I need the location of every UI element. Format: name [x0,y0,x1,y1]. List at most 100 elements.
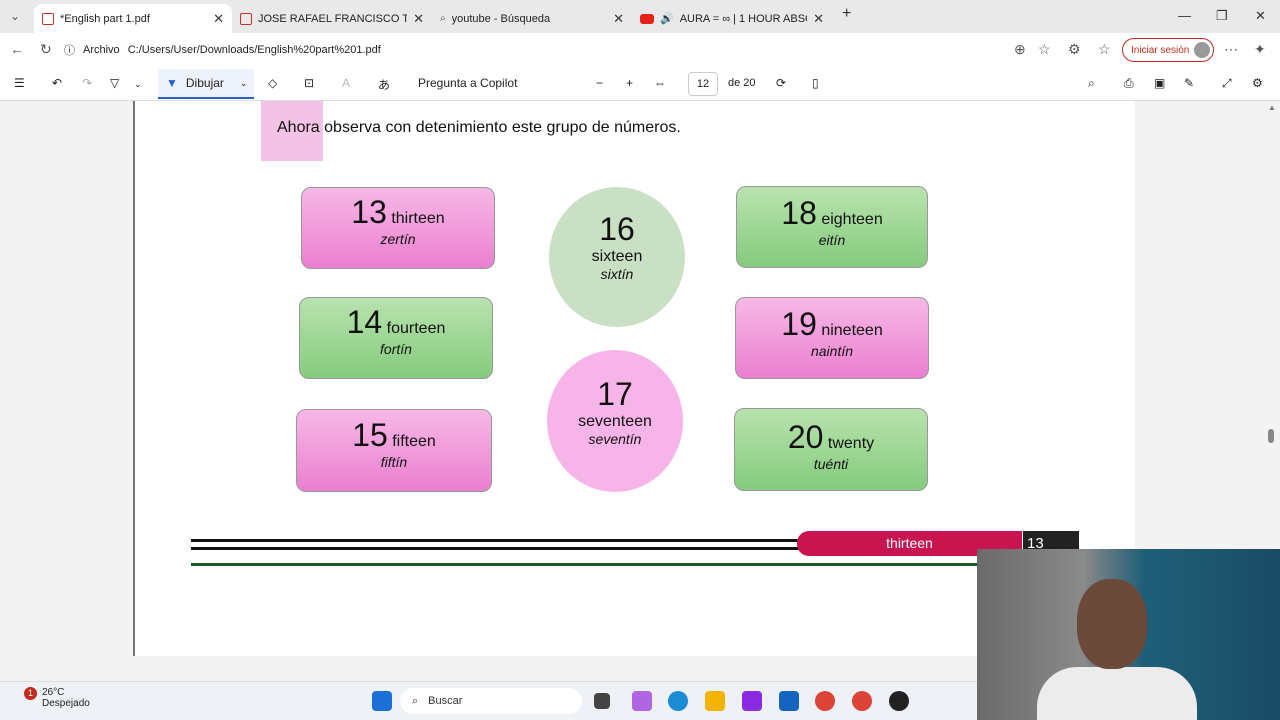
search-label: Buscar [428,695,463,707]
tab-english-pdf[interactable]: *English part 1.pdf ✕ [34,4,232,33]
number-value: 18 [781,195,817,231]
contents-icon[interactable]: ☰ [14,76,25,90]
pdf-toolbar: ☰ ↶ ↷ ▽ ⌄ ▼ Dibujar ⌄ ◇ ⊡ A あ Pregunta a… [0,67,1280,101]
speaker-icon[interactable]: 🔊 [660,12,674,25]
file-explorer-icon[interactable] [705,691,725,711]
draw-button[interactable]: ▼ Dibujar ⌄ [158,69,254,99]
save-icon[interactable]: ▣ [1154,76,1165,90]
mail-icon[interactable] [779,691,799,711]
number-pronunciation: zertín [380,231,416,247]
close-icon[interactable]: ✕ [413,11,424,27]
settings-gear-icon[interactable]: ⚙ [1252,76,1263,90]
back-icon[interactable]: ← [10,41,24,57]
number-word: thirteen [391,210,445,227]
undo-icon[interactable]: ↶ [52,76,62,90]
zoom-in-icon[interactable]: + [626,76,633,90]
new-tab-icon[interactable]: + [842,5,851,23]
number-card-18: 18 eighteen eitín [736,186,928,268]
tab-label: *English part 1.pdf [60,12,150,25]
tab-list-icon[interactable]: ⌄ [10,9,20,23]
number-word: twenty [827,435,875,452]
redo-icon[interactable]: ↷ [82,76,92,90]
ask-copilot-button[interactable]: Pregunta a Copilot [418,76,517,90]
close-icon[interactable]: ✕ [213,11,224,27]
number-word: eighteen [821,211,883,228]
number-word: fourteen [386,320,446,337]
chevron-down-icon[interactable]: ⌄ [134,79,142,90]
copilot-app-icon[interactable] [632,691,652,711]
number-pronunciation: eitín [818,232,846,248]
number-card-13: 13 thirteen zertín [301,187,495,269]
draw-label: Dibujar [185,76,224,90]
instruction-text: Ahora observa con detenimiento este grup… [277,119,681,136]
rotate-icon[interactable]: ⟳ [776,76,786,90]
weather-temp: 26°C [42,687,65,698]
info-icon: ⓘ [64,45,75,57]
pdf-icon [240,12,252,25]
fit-width-icon[interactable]: ⇔ [654,76,666,90]
tab-label: youtube - Búsqueda [451,12,551,25]
tab-aura[interactable]: 🔊 AURA = ∞ | 1 HOUR ABSOLU ✕ [632,4,832,33]
sign-in-button[interactable]: Iniciar sesión [1122,38,1214,62]
copilot-icon[interactable]: ✦ [1254,41,1266,58]
task-view-icon[interactable] [594,693,610,709]
text-box-icon[interactable]: ⊡ [304,76,314,90]
number-pronunciation: fiftín [380,454,408,470]
address-prefix: Archivo [83,44,120,56]
pdf-icon [42,12,54,25]
eraser-icon[interactable]: ◇ [268,76,277,90]
windows-start-icon[interactable] [372,691,392,711]
zoom-icon[interactable]: ⊕ [1014,41,1026,58]
number-pronunciation: naintín [810,343,854,359]
number-word: nineteen [821,322,883,339]
address-field[interactable]: ⓘ Archivo C:/Users/User/Downloads/Englis… [64,38,1064,62]
read-aloud-icon[interactable]: あ [378,76,390,93]
sign-in-label: Iniciar sesión [1131,44,1190,56]
app-icon[interactable] [889,691,909,711]
print-icon[interactable]: ⎙ [1124,76,1134,91]
number-word: sixteen [591,248,643,265]
more-icon[interactable]: ⋯ [1224,41,1238,58]
chrome-profile-icon[interactable] [852,691,872,711]
edge-icon[interactable] [668,691,688,711]
tab-label: JOSE RAFAEL FRANCISCO TORIBIO [258,12,408,25]
favorites-icon[interactable]: ☆ [1098,41,1111,58]
chevron-down-icon: ⌄ [239,77,248,88]
number-pronunciation: tuénti [813,456,849,472]
number-circle-17: 17 seventeen seventín [547,350,683,492]
text-format-icon: A [342,76,351,90]
close-icon[interactable]: ✕ [613,11,624,27]
page-view-icon[interactable]: ▯ [812,76,819,90]
zoom-out-icon[interactable]: − [596,76,603,90]
page-number-input[interactable]: 12 [688,72,718,96]
highlight-icon[interactable]: ▽ [110,76,119,90]
close-icon[interactable]: ✕ [813,11,824,27]
scroll-thumb[interactable] [1268,429,1274,443]
number-value: 14 [346,304,383,340]
tab-bar: ⌄ *English part 1.pdf ✕ JOSE RAFAEL FRAN… [0,0,1280,33]
weather-widget[interactable]: 1 26°C Despejado [24,687,90,709]
tab-youtube-search[interactable]: ⌕ youtube - Búsqueda ✕ [432,4,632,33]
save-as-icon[interactable]: ✎ [1184,76,1194,90]
search-icon[interactable]: ⌕ [1088,76,1095,91]
store-icon[interactable] [742,691,762,711]
number-value: 20 [787,419,824,455]
chrome-icon[interactable] [815,691,835,711]
restore-icon[interactable]: ❐ [1216,8,1228,24]
number-value: 17 [597,376,633,412]
number-value: 15 [352,417,388,453]
extensions-icon[interactable]: ⚙ [1068,41,1081,58]
fullscreen-icon[interactable]: ⤢ [1222,76,1232,91]
favorite-star-icon[interactable]: ☆ [1038,41,1051,58]
number-value: 19 [781,306,817,342]
taskbar-search[interactable]: ⌕ Buscar [400,688,582,714]
reload-icon[interactable]: ↻ [40,41,52,58]
number-word: fifteen [392,433,436,450]
number-card-20: 20 twenty tuénti [734,408,928,491]
close-window-icon[interactable]: ✕ [1255,8,1266,24]
tab-jose[interactable]: JOSE RAFAEL FRANCISCO TORIBIO ✕ [232,4,432,33]
scroll-up-icon[interactable]: ▲ [1268,103,1276,112]
address-url: C:/Users/User/Downloads/English%20part%2… [127,44,381,56]
minimize-icon[interactable]: — [1178,8,1191,23]
tab-label: AURA = ∞ | 1 HOUR ABSOLU [679,12,807,25]
